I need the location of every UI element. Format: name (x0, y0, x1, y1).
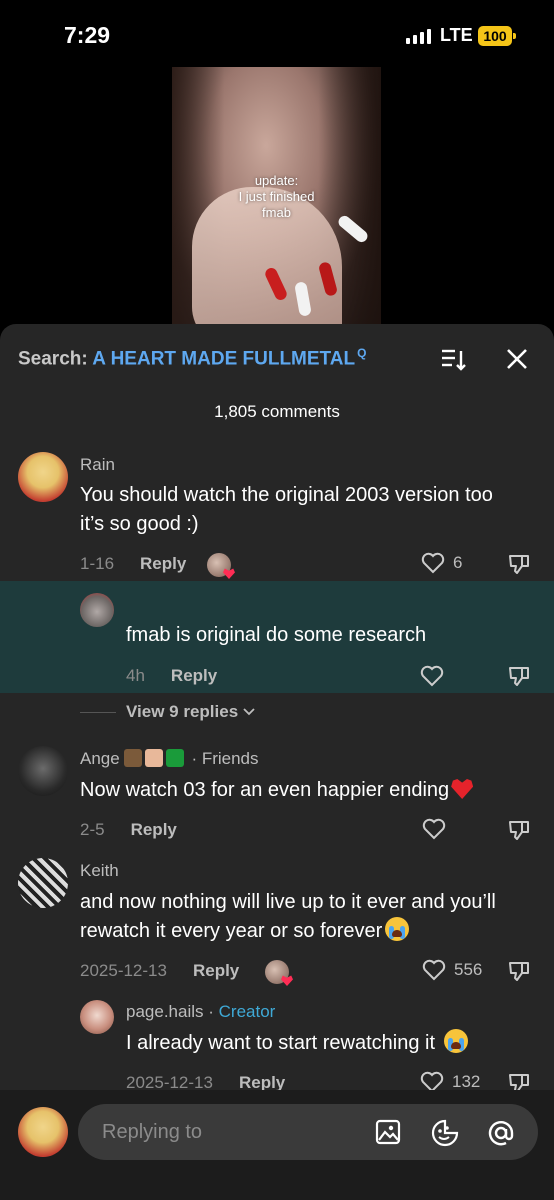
comment-date: 4h (126, 666, 145, 685)
reply-bar: Replying to (0, 1090, 554, 1200)
search-header[interactable]: Search: A HEART MADE FULLMETAL Q (18, 346, 366, 370)
reply-button[interactable]: Reply (171, 666, 217, 686)
comment-username[interactable]: Ange · Friends (80, 749, 259, 772)
close-icon[interactable] (504, 346, 530, 372)
signal-icon (406, 29, 431, 44)
comment-text: I already want to start rewatching it (126, 1029, 468, 1058)
like-count: 132 (452, 1072, 481, 1091)
dislike-icon[interactable] (507, 818, 531, 842)
comment-username[interactable]: page.hails · Creator (126, 1002, 275, 1022)
dislike-icon[interactable] (507, 664, 531, 688)
reply-button[interactable]: Reply (193, 961, 239, 981)
avatar[interactable] (18, 746, 68, 796)
dislike-icon[interactable] (507, 959, 531, 983)
avatar[interactable] (80, 593, 114, 627)
comments-count: 1,805 comments (214, 402, 340, 421)
comment-meta: 2-5 Reply (80, 820, 177, 840)
heart-outline-icon[interactable] (422, 818, 446, 840)
view-replies-label: View 9 replies (126, 702, 239, 721)
like-count: 556 (454, 960, 483, 979)
comments-sheet: Search: A HEART MADE FULLMETAL Q 1,805 co… (0, 324, 554, 1200)
at-icon[interactable] (486, 1118, 516, 1148)
image-icon[interactable] (374, 1118, 402, 1146)
comment-meta: 2025-12-13 Reply (80, 961, 239, 981)
like-button[interactable]: 6 (421, 552, 462, 574)
comment-username[interactable]: Rain (80, 455, 115, 475)
reply-placeholder: Replying to (102, 1121, 203, 1143)
avatar[interactable] (18, 452, 68, 502)
reply-input[interactable]: Replying to (78, 1104, 538, 1160)
status-bar: 7:29 LTE 100 (0, 0, 554, 60)
sort-icon[interactable] (440, 348, 466, 372)
video-thumbnail[interactable]: update: I just finished fmab (172, 67, 381, 329)
comment-meta: 1-16 Reply (80, 554, 186, 574)
comment-text: You should watch the original 2003 versi… (80, 484, 493, 535)
crying-emoji (385, 917, 410, 941)
comment-username[interactable]: Keith (80, 861, 119, 881)
highlighted-reply: fmab is original do some research 4h Rep… (0, 581, 554, 693)
heart-outline-icon[interactable] (420, 665, 444, 687)
search-icon: Q (357, 346, 367, 360)
network-label: LTE (440, 25, 473, 45)
creator-badge: Creator (218, 1002, 276, 1021)
comment-text: fmab is original do some research (126, 624, 427, 646)
comment-text: and now nothing will live up to it ever … (80, 891, 496, 942)
like-button[interactable]: 556 (422, 959, 482, 981)
heart-outline-icon (421, 552, 445, 574)
avatar[interactable] (18, 858, 68, 908)
dislike-icon[interactable] (507, 552, 531, 576)
video-caption: update: I just finished fmab (238, 173, 315, 220)
my-avatar[interactable] (18, 1107, 68, 1157)
comment-meta: 4h Reply (126, 666, 217, 686)
creator-liked-icon (207, 553, 231, 577)
red-heart-emoji (451, 779, 474, 799)
avatar[interactable] (80, 1000, 114, 1034)
search-label: Search: (18, 348, 88, 370)
view-replies-button[interactable]: View 9 replies (80, 702, 256, 722)
sticker-icon[interactable] (430, 1118, 460, 1148)
comment-date: 2-5 (80, 820, 105, 839)
heart-outline-icon (422, 959, 446, 981)
comment-text: Now watch 03 for an even happier ending (80, 776, 474, 805)
friends-label: · Friends (191, 749, 259, 768)
emoji-flags (123, 749, 187, 772)
reply-button[interactable]: Reply (131, 820, 177, 840)
search-term[interactable]: A HEART MADE FULLMETAL (92, 348, 355, 369)
chevron-down-icon (243, 708, 255, 716)
battery-icon: 100 (478, 26, 516, 46)
crying-emoji (443, 1029, 468, 1053)
reply-button[interactable]: Reply (140, 554, 186, 574)
comment-date: 1-16 (80, 554, 115, 573)
status-time: 7:29 (64, 22, 111, 48)
comment-date: 2025-12-13 (80, 961, 167, 980)
like-count: 6 (453, 553, 463, 572)
creator-liked-icon (265, 960, 289, 984)
